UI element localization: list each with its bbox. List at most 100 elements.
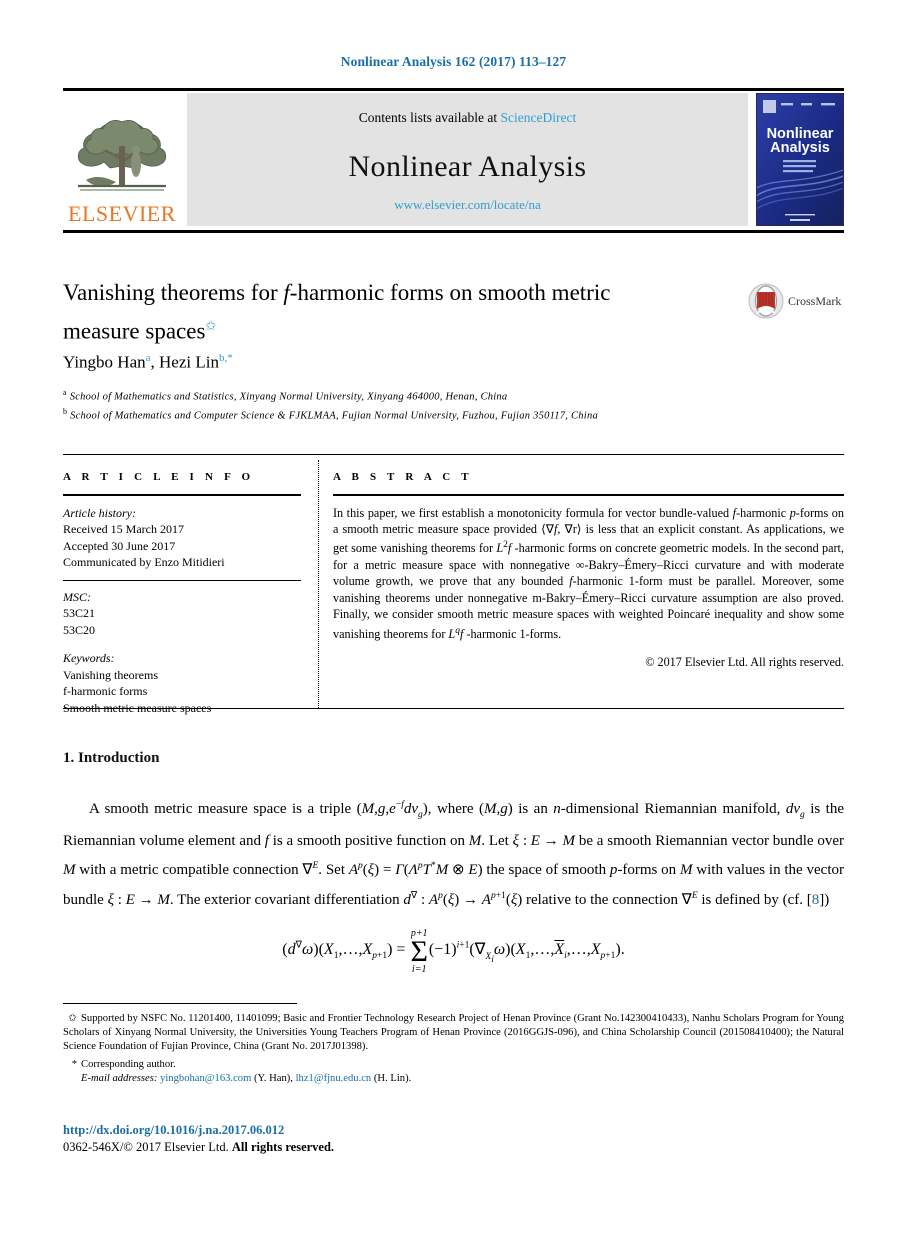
email-addresses-label: E-mail addresses: <box>81 1072 158 1084</box>
display-equation-1: (d∇ω)(X1,…,Xp+1) = p+1 Σi=1 (−1)i+1(∇Xiω)… <box>63 928 844 975</box>
masthead-bottom-rule <box>63 230 844 233</box>
article-info-column: A R T I C L E I N F O Article history: R… <box>63 471 301 716</box>
contents-available-line: Contents lists available at ScienceDirec… <box>359 110 576 126</box>
body-seg-12: -forms on <box>617 862 680 878</box>
affiliation-b-text: School of Mathematics and Computer Scien… <box>70 410 598 421</box>
article-info-rule <box>63 494 301 496</box>
abstract-column: A B S T R A C T In this paper, we first … <box>333 471 844 670</box>
body-seg-16: is defined by (cf. [ <box>697 891 812 908</box>
body-seg-15: relative to the connection <box>522 891 682 908</box>
affiliation-a-text: School of Mathematics and Statistics, Xi… <box>69 391 508 403</box>
email-link-lin[interactable]: lhz1@fjnu.edu.cn <box>296 1073 372 1084</box>
footnote-star-mark: ✩ <box>68 1013 77 1024</box>
body-seg-2: ), where ( <box>422 801 485 817</box>
title-footnote-star-icon[interactable]: ✩ <box>205 318 216 333</box>
body-seg-7: . Let <box>481 832 513 849</box>
footnote-corresponding: * Corresponding author. <box>63 1058 844 1072</box>
author-affil-mark-2[interactable]: b,* <box>219 352 233 364</box>
author-name-1: Yingbo Han <box>63 352 146 372</box>
body-seg-14: . The exterior covariant differentiation <box>169 891 404 908</box>
article-info-heading: A R T I C L E I N F O <box>63 471 255 483</box>
article-history-label: Article history: <box>63 505 136 520</box>
body-seg-6: is a smooth positive function on <box>268 832 469 849</box>
abstract-seg-1: In this paper, we first establish a mono… <box>333 505 730 520</box>
svg-text:Analysis: Analysis <box>770 140 830 156</box>
crossmark-badge[interactable]: CrossMark <box>748 281 848 321</box>
email-owner-lin: (H. Lin) <box>373 1072 409 1084</box>
journal-title: Nonlinear Analysis <box>348 150 587 183</box>
footnote-support-text: Supported by NSFC No. 11201400, 11401099… <box>63 1013 844 1053</box>
equation-content: (d∇ω)(X1,…,Xp+1) = p+1 Σi=1 (−1)i+1(∇Xiω)… <box>282 928 625 975</box>
affiliation-b: b School of Mathematics and Computer Sci… <box>63 405 763 424</box>
masthead: ELSEVIER Contents lists available at Sci… <box>63 93 844 226</box>
title-text-2: -harmonic forms on smooth metric <box>289 280 611 305</box>
abstract-rule <box>333 494 844 496</box>
affiliation-mark-b: b <box>63 406 68 416</box>
msc-label: MSC: <box>63 589 91 604</box>
author-affil-mark-1[interactable]: a <box>146 352 151 364</box>
journal-cover-thumbnail[interactable]: Nonlinear Analysis <box>756 93 844 226</box>
email-owner-han: (Y. Han) <box>253 1072 291 1084</box>
section-heading-introduction: 1. Introduction <box>63 750 160 766</box>
journal-article-page: Nonlinear Analysis 162 (2017) 113–127 EL… <box>0 0 907 1238</box>
info-abstract-divider <box>318 460 321 708</box>
body-seg-3: ) is an <box>507 801 554 817</box>
abstract-text: In this paper, we first establish a mono… <box>333 505 844 641</box>
article-history-communicated: Communicated by Enzo Mitidieri <box>63 555 225 570</box>
body-seg-17: ]) <box>819 891 830 908</box>
keyword-1: Vanishing theorems <box>63 667 158 682</box>
issn-copyright-line: 0362-546X/© 2017 Elsevier Ltd. All right… <box>63 1140 334 1155</box>
email-link-han[interactable]: yingbohan@163.com <box>160 1073 251 1084</box>
issn-text: 0362-546X/© 2017 Elsevier Ltd. <box>63 1140 232 1154</box>
rights-reserved-text: All rights reserved. <box>231 1140 335 1154</box>
footnote-support: ✩ Supported by NSFC No. 11201400, 1140109… <box>63 1012 844 1055</box>
body-seg-9: with a metric compatible connection <box>75 862 303 878</box>
body-seg-8: be a smooth Riemannian vector bundle ove… <box>575 832 844 849</box>
crossmark-icon <box>748 283 784 319</box>
abstract-copyright: © 2017 Elsevier Ltd. All rights reserved… <box>645 654 844 669</box>
masthead-top-rule <box>63 88 844 91</box>
abstract-seg-4: , ∇r⟩ is <box>557 522 594 536</box>
keywords-label: Keywords: <box>63 651 115 666</box>
footnote-emails: E-mail addresses: yingbohan@163.com (Y. … <box>81 1072 412 1084</box>
author-name-2: Hezi Lin <box>159 352 219 372</box>
introduction-paragraph: A smooth metric measure space is a tripl… <box>63 800 844 908</box>
affiliation-mark-a: a <box>63 388 67 397</box>
contents-prefix: Contents lists available at <box>358 110 501 125</box>
elsevier-wordmark: ELSEVIER <box>68 201 176 226</box>
title-line2: measure spaces <box>63 318 206 344</box>
info-block-bottom-rule <box>63 708 844 709</box>
summation-operator: p+1 Σi=1 <box>410 928 428 975</box>
abstract-heading: A B S T R A C T <box>333 471 473 483</box>
footnote-asterisk-mark: * <box>71 1058 77 1070</box>
author-list: Yingbo Hana, Hezi Linb,* <box>63 352 233 372</box>
msc-code-2: 53C20 <box>63 622 96 637</box>
cover-artwork: Nonlinear Analysis <box>757 94 843 225</box>
footnote-block: ✩ Supported by NSFC No. 11201400, 1140109… <box>63 1012 844 1086</box>
msc-rule <box>63 579 301 581</box>
body-seg-10: . Set <box>318 862 349 878</box>
affiliation-a: a School of Mathematics and Statistics, … <box>63 386 763 405</box>
affiliation-list: a School of Mathematics and Statistics, … <box>63 386 763 423</box>
masthead-banner: Contents lists available at ScienceDirec… <box>187 93 748 226</box>
keyword-2: f-harmonic forms <box>63 684 148 699</box>
article-history-received: Received 15 March 2017 <box>63 522 184 537</box>
elsevier-tree-icon <box>77 120 167 191</box>
body-seg-1: A smooth metric measure space is a tripl… <box>89 801 362 817</box>
running-head: Nonlinear Analysis 162 (2017) 113–127 <box>340 54 567 69</box>
info-block-top-rule <box>63 454 844 455</box>
abstract-seg-2: -harmonic <box>736 505 790 520</box>
sciencedirect-link[interactable]: ScienceDirect <box>501 110 577 125</box>
journal-homepage-link[interactable]: www.elsevier.com/locate/na <box>394 197 540 213</box>
title-text-1: Vanishing theorems for <box>63 280 284 305</box>
abstract-seg-8: -harmonic 1-forms. <box>463 626 562 641</box>
doi-link[interactable]: http://dx.doi.org/10.1016/j.na.2017.06.0… <box>63 1123 284 1138</box>
elsevier-logo: ELSEVIER <box>63 93 181 226</box>
page-title: Vanishing theorems for f-harmonic forms … <box>63 276 703 348</box>
article-history-accepted: Accepted 30 June 2017 <box>63 538 176 553</box>
body-seg-11: the space of smooth <box>482 862 610 878</box>
footnote-separator-rule <box>63 1003 297 1004</box>
body-seg-4: -dimensional Riemannian manifold, <box>560 801 786 817</box>
msc-code-1: 53C21 <box>63 606 96 621</box>
crossmark-label: CrossMark <box>788 293 842 308</box>
